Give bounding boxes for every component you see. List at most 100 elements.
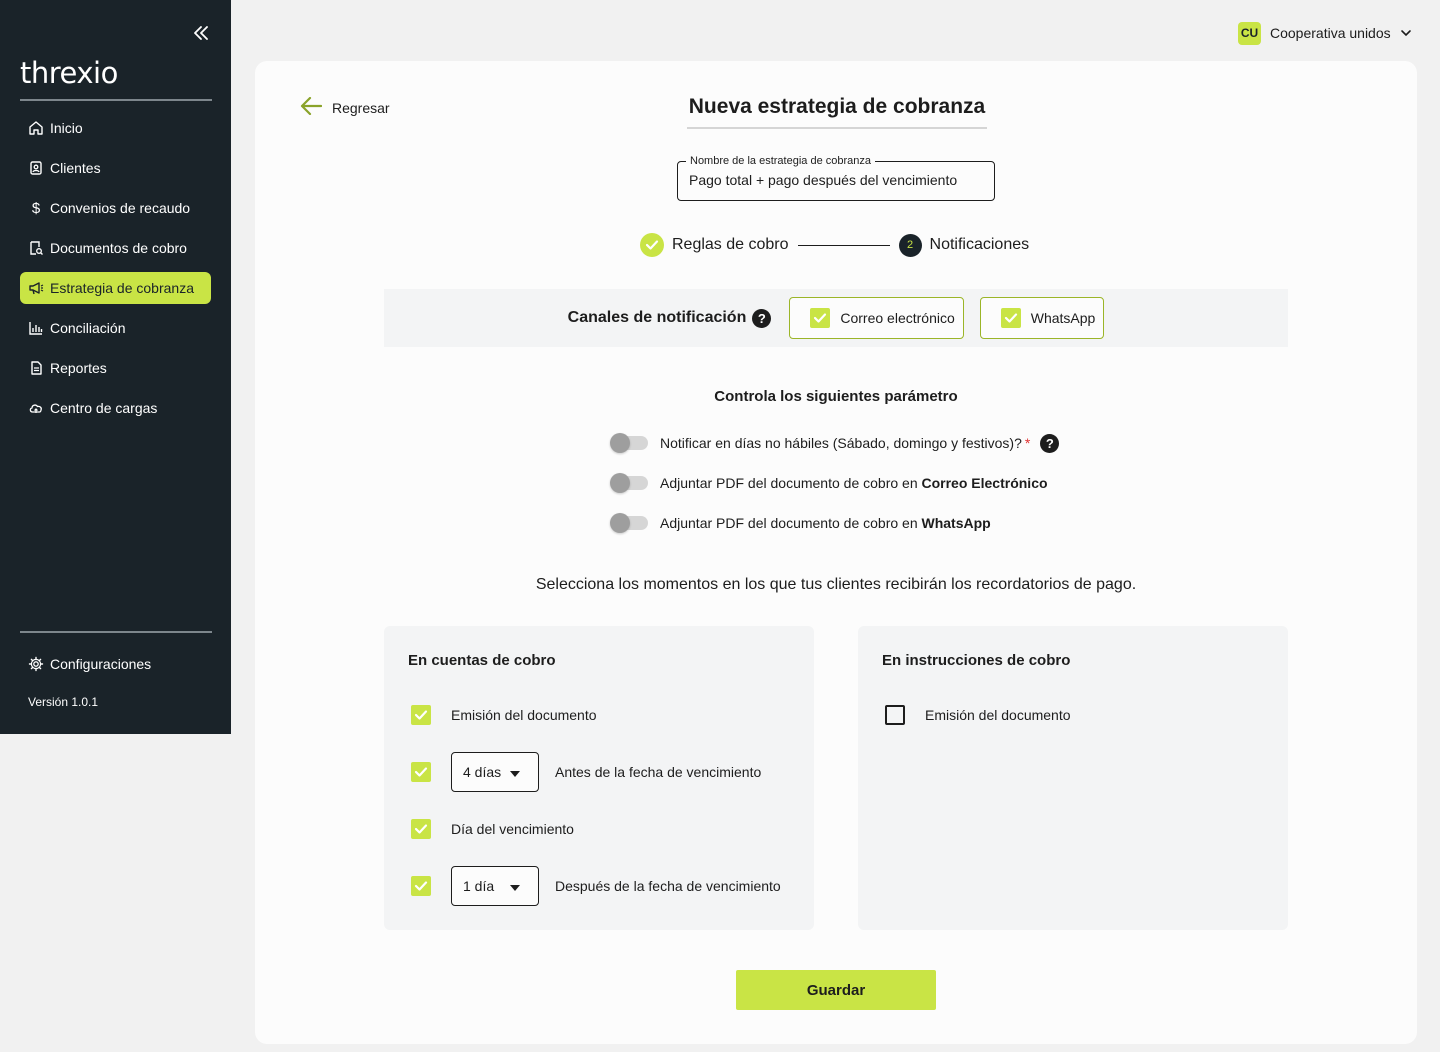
accounts-due-day-checkbox[interactable]: [411, 819, 431, 839]
instructions-emission-option: Emisión del documento: [885, 695, 1071, 735]
help-icon[interactable]: ?: [752, 308, 772, 328]
contacts-icon: [28, 160, 44, 176]
sidebar-item-reportes[interactable]: Reportes: [20, 352, 211, 384]
accounts-before-option: 4 días Antes de la fecha de vencimiento: [411, 752, 761, 792]
sidebar-item-label: Clientes: [50, 160, 101, 176]
gear-icon: [28, 656, 44, 672]
sidebar-config: Configuraciones: [20, 648, 211, 688]
step-number-badge: 2: [898, 233, 922, 257]
report-icon: [28, 360, 44, 376]
sidebar-divider: [20, 99, 212, 101]
moments-instructions: Selecciona los momentos en los que tus c…: [535, 576, 1137, 593]
required-mark: *: [1024, 435, 1031, 451]
sidebar-nav: Inicio Clientes $ Convenios de recaudo D…: [20, 112, 211, 432]
brand-logo[interactable]: threxio: [20, 56, 118, 90]
notification-channels-bar: Canales de notificación ? Correo electró…: [384, 289, 1288, 347]
checkbox-checked-icon: [1000, 308, 1021, 328]
pdf-whatsapp-toggle[interactable]: [610, 512, 650, 534]
accounts-due-day-label: Día del vencimiento: [451, 821, 574, 837]
sidebar-item-configuraciones[interactable]: Configuraciones: [20, 648, 211, 680]
accounts-emission-checkbox[interactable]: [411, 705, 431, 725]
toggle-row-pdf-email: Adjuntar PDF del documento de cobro en C…: [610, 472, 1048, 494]
main-card: Regresar Nueva estrategia de cobranza No…: [255, 61, 1417, 1044]
pdf-email-toggle[interactable]: [610, 472, 650, 494]
accounts-before-checkbox[interactable]: [411, 762, 431, 782]
cloud-upload-icon: [28, 400, 44, 416]
strategy-name-field[interactable]: Nombre de la estrategia de cobranza: [677, 155, 995, 201]
dollar-icon: $: [31, 199, 41, 217]
channel-email-label: Correo electrónico: [840, 310, 955, 326]
org-avatar: CU: [1238, 21, 1261, 45]
chevron-down-icon: [1400, 29, 1412, 37]
sidebar-divider: [20, 631, 212, 633]
help-icon[interactable]: ?: [1040, 433, 1060, 453]
channel-whatsapp-checkbox[interactable]: WhatsApp: [979, 297, 1105, 339]
document-search-icon: [28, 240, 44, 256]
sidebar: threxio Inicio Clientes $ Convenios de r…: [0, 0, 231, 734]
sidebar-item-label: Centro de cargas: [50, 400, 158, 416]
accounts-panel: En cuentas de cobro Emisión del document…: [384, 626, 814, 930]
save-button[interactable]: Guardar: [736, 970, 936, 1010]
bar-chart-icon: [28, 320, 44, 336]
home-icon: [28, 120, 44, 136]
sidebar-item-documentos[interactable]: Documentos de cobro: [20, 232, 211, 264]
organization-switcher[interactable]: CU Cooperativa unidos: [1238, 21, 1412, 45]
app-version: Versión 1.0.1: [28, 695, 99, 709]
stepper-connector: [797, 244, 890, 246]
collapse-sidebar-icon[interactable]: [190, 22, 212, 44]
sidebar-item-label: Convenios de recaudo: [50, 200, 191, 216]
toggle-row-nonworking-days: Notificar en días no hábiles (Sábado, do…: [610, 432, 1060, 454]
sidebar-item-label: Conciliación: [50, 320, 126, 336]
megaphone-icon: [28, 280, 44, 296]
accounts-panel-title: En cuentas de cobro: [408, 652, 556, 669]
channel-email-checkbox[interactable]: Correo electrónico: [789, 297, 964, 339]
sidebar-item-label: Documentos de cobro: [50, 240, 187, 256]
instructions-panel-title: En instrucciones de cobro: [882, 652, 1071, 669]
params-title: Controla los siguientes parámetro: [714, 388, 958, 405]
accounts-after-checkbox[interactable]: [411, 876, 431, 896]
accounts-after-label: Después de la fecha de vencimiento: [555, 878, 781, 894]
after-days-select[interactable]: 1 día: [451, 866, 539, 906]
sidebar-item-label: Estrategia de cobranza: [50, 280, 194, 296]
stepper: Reglas de cobro 2 Notificaciones: [640, 233, 1029, 257]
sidebar-item-label: Reportes: [50, 360, 107, 376]
toggle-row-pdf-whatsapp: Adjuntar PDF del documento de cobro en W…: [610, 512, 991, 534]
arrow-left-icon: [300, 96, 323, 118]
pdf-email-label: Adjuntar PDF del documento de cobro en C…: [660, 475, 1048, 491]
channel-whatsapp-label: WhatsApp: [1030, 310, 1096, 326]
accounts-emission-label: Emisión del documento: [451, 707, 597, 723]
page-title: Nueva estrategia de cobranza: [687, 95, 987, 129]
strategy-name-label: Nombre de la estrategia de cobranza: [686, 155, 875, 167]
strategy-name-input[interactable]: [689, 172, 985, 188]
nonworking-days-toggle[interactable]: [610, 432, 650, 454]
sidebar-item-label: Configuraciones: [50, 656, 152, 672]
accounts-due-day-option: Día del vencimiento: [411, 809, 574, 849]
sidebar-item-cargas[interactable]: Centro de cargas: [20, 392, 211, 424]
sidebar-item-convenios[interactable]: $ Convenios de recaudo: [20, 192, 211, 224]
sidebar-item-estrategia[interactable]: Estrategia de cobranza: [20, 272, 211, 304]
back-label: Regresar: [332, 99, 390, 116]
caret-down-icon: [510, 878, 520, 894]
before-days-value: 4 días: [463, 764, 502, 780]
back-button[interactable]: Regresar: [300, 96, 390, 118]
instructions-emission-label: Emisión del documento: [925, 707, 1071, 723]
caret-down-icon: [510, 764, 520, 780]
accounts-before-label: Antes de la fecha de vencimiento: [555, 764, 762, 780]
checkbox-checked-icon: [810, 308, 831, 328]
step-notificaciones[interactable]: Notificaciones: [930, 236, 1030, 254]
sidebar-item-label: Inicio: [50, 120, 83, 136]
sidebar-item-inicio[interactable]: Inicio: [20, 112, 211, 144]
sidebar-item-conciliacion[interactable]: Conciliación: [20, 312, 211, 344]
nonworking-days-label: Notificar en días no hábiles (Sábado, do…: [660, 435, 1031, 451]
step-reglas-de-cobro[interactable]: Reglas de cobro: [672, 236, 789, 254]
channels-label: Canales de notificación ?: [568, 308, 772, 328]
sidebar-item-clientes[interactable]: Clientes: [20, 152, 211, 184]
instructions-emission-checkbox[interactable]: [885, 705, 905, 725]
accounts-emission-option: Emisión del documento: [411, 695, 597, 735]
instructions-panel: En instrucciones de cobro Emisión del do…: [858, 626, 1288, 930]
org-name: Cooperativa unidos: [1270, 25, 1391, 41]
before-days-select[interactable]: 4 días: [451, 752, 539, 792]
after-days-value: 1 día: [463, 878, 495, 894]
check-circle-icon: [640, 233, 664, 257]
pdf-whatsapp-label: Adjuntar PDF del documento de cobro en W…: [660, 515, 991, 531]
